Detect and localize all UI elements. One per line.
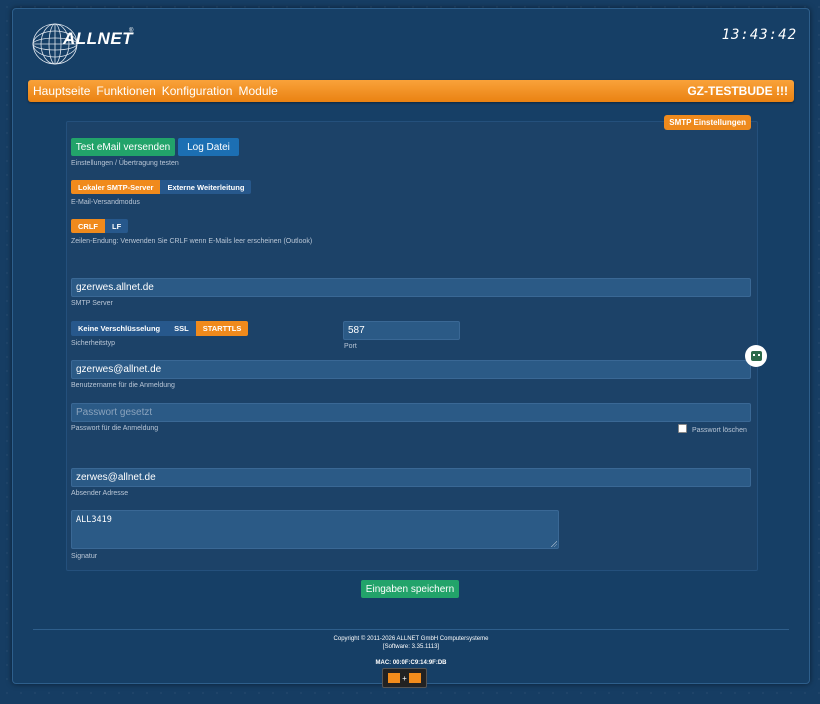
main-frame: ALLNET ® 13:43:42 Hauptseite Funktionen … bbox=[12, 8, 810, 684]
log-file-button[interactable]: Log Datei bbox=[178, 138, 239, 156]
nav-konfiguration[interactable]: Konfiguration bbox=[162, 84, 233, 98]
mode-selector: Lokaler SMTP-Server Externe Weiterleitun… bbox=[71, 180, 252, 194]
mac-address: MAC: 00:0F:C9:14:9F:DB bbox=[375, 660, 447, 666]
robot-face-icon bbox=[750, 351, 762, 361]
sender-address-label: Absender Adresse bbox=[71, 490, 129, 497]
main-navbar: Hauptseite Funktionen Konfiguration Modu… bbox=[28, 80, 794, 102]
resize-handle-icon[interactable] bbox=[550, 540, 557, 547]
line-ending-label: Zeilen-Endung: Verwenden Sie CRLF wenn E… bbox=[71, 238, 313, 245]
chat-bot-icon[interactable] bbox=[745, 345, 767, 367]
signature-textarea[interactable]: ALL3419 bbox=[71, 510, 559, 549]
security-label: Sicherheitstyp bbox=[71, 340, 115, 347]
smtp-settings-panel: SMTP Einstellungen Test eMail versenden … bbox=[66, 115, 758, 571]
line-option-crlf[interactable]: CRLF bbox=[71, 219, 105, 233]
username-label: Benutzername für die Anmeldung bbox=[71, 382, 175, 389]
panel-title-badge: SMTP Einstellungen bbox=[664, 115, 751, 130]
html-badge-icon bbox=[388, 673, 401, 683]
test-email-button[interactable]: Test eMail versenden bbox=[71, 138, 175, 156]
nav-funktionen[interactable]: Funktionen bbox=[96, 84, 155, 98]
plus-icon: + bbox=[402, 673, 407, 683]
clock: 13:43:42 bbox=[721, 27, 797, 43]
mode-option-local-smtp[interactable]: Lokaler SMTP-Server bbox=[71, 180, 161, 194]
line-ending-selector: CRLF LF bbox=[71, 219, 129, 233]
password-delete-checkbox[interactable] bbox=[678, 424, 687, 433]
security-option-starttls[interactable]: STARTTLS bbox=[195, 321, 249, 336]
line-option-lf[interactable]: LF bbox=[105, 219, 129, 233]
nav-module[interactable]: Module bbox=[238, 84, 277, 98]
security-option-ssl[interactable]: SSL bbox=[167, 321, 196, 336]
mode-option-external-relay[interactable]: Externe Weiterleitung bbox=[160, 180, 252, 194]
device-name: GZ-TESTBUDE !!! bbox=[687, 84, 788, 98]
security-option-none[interactable]: Keine Verschlüsselung bbox=[71, 321, 168, 336]
css-badge-icon bbox=[408, 673, 421, 683]
copyright-text: Copyright © 2011-2026 ALLNET GmbH Comput… bbox=[333, 636, 489, 642]
mode-label: E-Mail-Versandmodus bbox=[71, 199, 140, 206]
password-delete-label: Passwort löschen bbox=[692, 427, 747, 434]
software-version: [Software: 3.35.1113] bbox=[382, 644, 440, 650]
username-input[interactable]: gzerwes@allnet.de bbox=[71, 360, 751, 379]
smtp-server-input[interactable]: gzerwes.allnet.de bbox=[71, 278, 751, 297]
signature-text: ALL3419 bbox=[76, 515, 112, 525]
password-input[interactable]: Passwort gesetzt bbox=[71, 403, 751, 422]
password-label: Passwort für die Anmeldung bbox=[71, 425, 159, 432]
port-input[interactable]: 587 bbox=[343, 321, 460, 340]
smtp-server-label: SMTP Server bbox=[71, 300, 113, 307]
footer-divider bbox=[33, 629, 789, 630]
sender-address-input[interactable]: zerwes@allnet.de bbox=[71, 468, 751, 487]
port-label: Port bbox=[344, 343, 357, 350]
nav-hauptseite[interactable]: Hauptseite bbox=[33, 84, 90, 98]
save-button[interactable]: Eingaben speichern bbox=[361, 580, 459, 598]
signature-label: Signatur bbox=[71, 553, 98, 560]
html-css-badges: + bbox=[382, 668, 427, 688]
test-label: Einstellungen / Übertragung testen bbox=[71, 160, 179, 167]
security-selector: Keine Verschlüsselung SSL STARTTLS bbox=[71, 321, 249, 336]
brand-registered-mark: ® bbox=[129, 28, 134, 34]
brand-name: ALLNET bbox=[63, 29, 134, 48]
